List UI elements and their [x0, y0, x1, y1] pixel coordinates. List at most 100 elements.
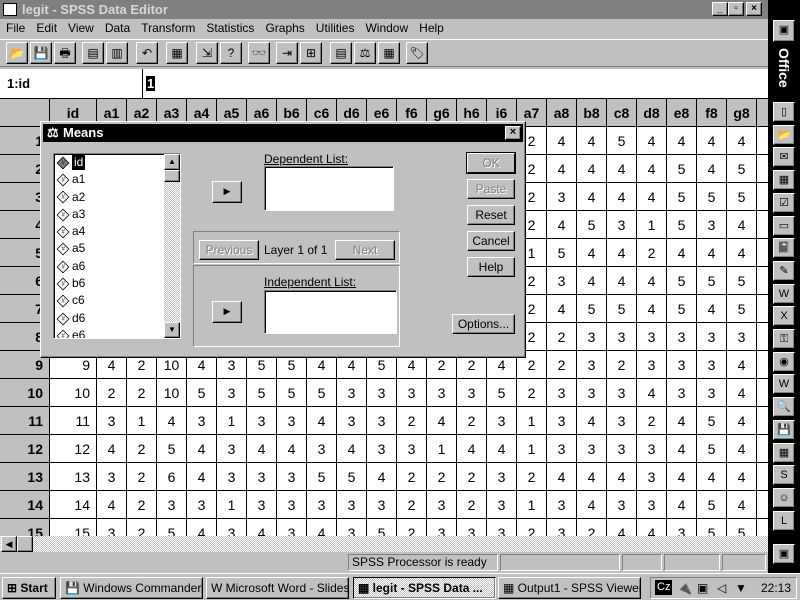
cell-a8[interactable]: 4	[547, 155, 577, 183]
cell-b6[interactable]: 5	[277, 379, 307, 407]
row-header[interactable]: 11	[0, 407, 50, 435]
cell-g8[interactable]: 4	[727, 463, 757, 491]
access-icon[interactable]: ⚿	[773, 329, 795, 349]
cell-g8[interactable]: 4	[727, 379, 757, 407]
cell-d8[interactable]: 3	[637, 491, 667, 519]
cell-c8[interactable]: 3	[607, 435, 637, 463]
cell-g8[interactable]: 4	[727, 351, 757, 379]
cell-e8[interactable]: 5	[667, 211, 697, 239]
variable-item[interactable]: # a5	[54, 240, 180, 257]
cell-value-input[interactable]: 1	[146, 76, 156, 91]
cell-g6[interactable]: 3	[427, 519, 457, 536]
cell-b8[interactable]: 4	[577, 407, 607, 435]
cell-h6[interactable]: 3	[457, 379, 487, 407]
cell-a7[interactable]: 1	[517, 435, 547, 463]
cell-f6[interactable]: 3	[397, 435, 427, 463]
cell-b8[interactable]: 5	[577, 295, 607, 323]
cell-a4[interactable]: 4	[187, 435, 217, 463]
wpdos-icon[interactable]: W	[773, 374, 795, 395]
cell-e8[interactable]: 4	[667, 491, 697, 519]
cell[interactable]	[757, 267, 768, 295]
cell-e8[interactable]: 3	[667, 519, 697, 536]
cell-d6[interactable]: 3	[337, 491, 367, 519]
cell-b8[interactable]: 5	[577, 211, 607, 239]
column-header[interactable]	[757, 99, 768, 127]
cell-a4[interactable]: 4	[187, 463, 217, 491]
cell-e8[interactable]: 5	[667, 295, 697, 323]
cell-a1[interactable]: 3	[97, 407, 127, 435]
cell-a2[interactable]: 2	[127, 379, 157, 407]
cell-c6[interactable]: 3	[307, 491, 337, 519]
cell-f8[interactable]: 3	[697, 323, 727, 351]
cell-a5[interactable]: 3	[217, 379, 247, 407]
cell-a7[interactable]: 2	[517, 463, 547, 491]
menu-help[interactable]: Help	[419, 21, 444, 35]
cell-f6[interactable]: 2	[397, 463, 427, 491]
cell-g8[interactable]: 4	[727, 127, 757, 155]
find-icon[interactable]: ?	[220, 42, 242, 64]
goto-case-icon[interactable]: ▦	[166, 42, 188, 64]
taskbar-button[interactable]: 💾 Windows Commander ...	[60, 577, 203, 599]
cell-a7[interactable]: 1	[517, 491, 547, 519]
cell-a6[interactable]: 3	[247, 491, 277, 519]
cell[interactable]	[757, 351, 768, 379]
cell-a5[interactable]: 3	[217, 435, 247, 463]
cell-c8[interactable]: 4	[607, 239, 637, 267]
dependent-list-box[interactable]	[264, 166, 394, 211]
cell-id[interactable]: 13	[50, 463, 97, 491]
cell-a8[interactable]: 3	[547, 519, 577, 536]
cell-a8[interactable]: 4	[547, 295, 577, 323]
cell-a2[interactable]: 2	[127, 435, 157, 463]
cell-b8[interactable]: 4	[577, 491, 607, 519]
cell-i6[interactable]: 4	[487, 435, 517, 463]
cell-a2[interactable]: 2	[127, 463, 157, 491]
cell-a2[interactable]: 1	[127, 407, 157, 435]
volume-icon[interactable]: ◁	[717, 578, 726, 598]
cell-i6[interactable]: 3	[487, 407, 517, 435]
cell[interactable]	[757, 435, 768, 463]
cell-f6[interactable]: 2	[397, 407, 427, 435]
cell-b8[interactable]: 4	[577, 183, 607, 211]
reset-button[interactable]: Reset	[467, 205, 515, 225]
cell-g8[interactable]: 4	[727, 491, 757, 519]
cell-a8[interactable]: 5	[547, 239, 577, 267]
goto-chart-icon[interactable]: ↶	[136, 42, 158, 64]
column-header-b8[interactable]: b8	[577, 99, 607, 127]
cell-c8[interactable]: 5	[607, 127, 637, 155]
save-icon[interactable]: 💾	[30, 42, 52, 64]
cell-e8[interactable]: 4	[667, 127, 697, 155]
cell-e6[interactable]: 4	[367, 463, 397, 491]
cell-b8[interactable]: 4	[577, 239, 607, 267]
cell-b8[interactable]: 4	[577, 267, 607, 295]
cell-a8[interactable]: 3	[547, 267, 577, 295]
variable-item[interactable]: # a6	[54, 258, 180, 275]
cell-h6[interactable]: 2	[457, 491, 487, 519]
paste-button[interactable]: Paste	[467, 179, 515, 199]
cell-i6[interactable]: 3	[487, 519, 517, 536]
cell-c8[interactable]: 3	[607, 323, 637, 351]
cell-g6[interactable]: 3	[427, 379, 457, 407]
cell-a7[interactable]: 2	[517, 519, 547, 536]
cell-e8[interactable]: 4	[667, 239, 697, 267]
column-header-g8[interactable]: g8	[727, 99, 757, 127]
cell-a8[interactable]: 3	[547, 407, 577, 435]
cell-a8[interactable]: 4	[547, 463, 577, 491]
cell-a1[interactable]: 4	[97, 435, 127, 463]
next-button[interactable]: Next	[335, 240, 395, 260]
menu-file[interactable]: File	[6, 21, 25, 35]
cell-e8[interactable]: 4	[667, 407, 697, 435]
cell-d8[interactable]: 3	[637, 463, 667, 491]
journal-icon[interactable]: 📓	[773, 238, 795, 259]
cell-e8[interactable]: 5	[667, 155, 697, 183]
cell-g6[interactable]: 3	[427, 491, 457, 519]
variable-item[interactable]: # d6	[54, 310, 180, 327]
cell-e8[interactable]: 3	[667, 379, 697, 407]
cell-a6[interactable]: 3	[247, 463, 277, 491]
cell-c8[interactable]: 3	[607, 379, 637, 407]
ok-button[interactable]: OK	[467, 153, 515, 173]
cell-f8[interactable]: 4	[697, 295, 727, 323]
cell-e6[interactable]: 3	[367, 379, 397, 407]
menu-utilities[interactable]: Utilities	[316, 21, 355, 35]
language-indicator[interactable]: Cz	[655, 580, 673, 595]
power-icon[interactable]: 🔌	[677, 578, 692, 598]
